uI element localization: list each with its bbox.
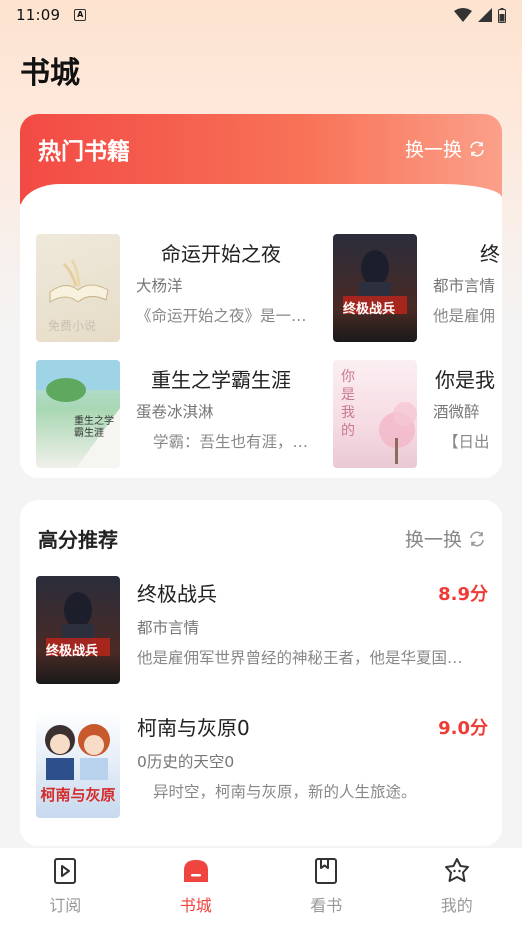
hot-book-item[interactable]: 你是我的 你是我 酒微醉 【日出 xyxy=(333,360,502,470)
book-cover: 你是我的 xyxy=(333,360,417,468)
hot-refresh-button[interactable]: 换一换 xyxy=(405,135,486,162)
header-curve-decoration xyxy=(20,184,502,224)
bottom-navigation: 订阅 书城 看书 我的 xyxy=(0,848,522,928)
recommended-card: 高分推荐 换一换 终极战兵 终极战兵 8.9分 都市言情 他是雇佣军世界曾经的神… xyxy=(20,500,502,846)
wifi-icon xyxy=(454,8,472,22)
recommended-title: 高分推荐 xyxy=(38,528,118,552)
nav-label: 订阅 xyxy=(49,896,82,915)
rec-book-item[interactable]: 终极战兵 终极战兵 8.9分 都市言情 他是雇佣军世界曾经的神秘王者，他是华夏国… xyxy=(36,576,488,686)
book-description: 《命运开始之夜》是一… xyxy=(136,307,307,325)
book-author: 都市言情 xyxy=(137,619,200,637)
book-description: 他是雇佣军世界曾经的神秘王者，他是华夏国… xyxy=(137,649,463,667)
book-title: 柯南与灰原0 xyxy=(137,716,250,740)
nav-item-read[interactable]: 看书 xyxy=(261,848,392,928)
cover-text: 终极战兵 xyxy=(46,644,99,659)
book-author: 蛋卷冰淇淋 xyxy=(136,403,214,421)
book-cover: 免费小说 xyxy=(36,234,120,342)
book-description: 【日出 xyxy=(443,433,490,451)
nav-item-subscribe[interactable]: 订阅 xyxy=(0,848,131,928)
status-time: 11:09 xyxy=(16,6,61,24)
hot-book-item[interactable]: 免费小说 命运开始之夜 大杨洋 《命运开始之夜》是一… xyxy=(36,234,336,344)
book-title: 重生之学霸生涯 xyxy=(151,368,291,392)
nav-label: 看书 xyxy=(310,896,343,915)
book-score: 8.9分 xyxy=(438,584,488,605)
battery-icon xyxy=(498,7,506,23)
book-title: 命运开始之夜 xyxy=(161,242,281,266)
nav-label: 书城 xyxy=(179,896,212,915)
hot-books-title: 热门书籍 xyxy=(38,139,130,165)
cover-text: 柯南与灰原 xyxy=(40,786,116,804)
book-title: 终极战兵 xyxy=(137,582,217,606)
book-cover: 终极战兵 xyxy=(36,576,120,684)
hot-books-card: 热门书籍 换一换 免费小说 命运开始之夜 大杨洋 《命运开始之夜》是一… 终极战… xyxy=(20,114,502,478)
warrior-cover-art xyxy=(46,592,110,656)
rec-refresh-label: 换一换 xyxy=(404,529,462,551)
nav-item-bookstore[interactable]: 书城 xyxy=(131,848,262,928)
status-bar: 11:09 A xyxy=(0,0,522,30)
hot-book-item[interactable]: 终极战兵 终 都市言情 他是雇佣 xyxy=(333,234,502,344)
nav-item-profile[interactable]: 我的 xyxy=(392,848,522,928)
read-book-icon xyxy=(315,858,338,884)
refresh-icon xyxy=(470,141,484,156)
cover-text: 终极战兵 xyxy=(343,302,396,317)
hot-refresh-label: 换一换 xyxy=(404,139,462,161)
rec-refresh-button[interactable]: 换一换 xyxy=(405,525,486,552)
profile-icon xyxy=(444,858,469,882)
book-description: 学霸：吾生也有涯，… xyxy=(153,433,309,451)
signal-icon xyxy=(478,8,492,22)
cover-text: 免费小说 xyxy=(48,319,97,333)
notification-a-icon: A xyxy=(74,9,87,21)
book-cover: 终极战兵 xyxy=(333,234,417,342)
book-author: 0历史的天空0 xyxy=(137,753,235,771)
warrior-cover-art xyxy=(343,250,407,314)
book-title: 你是我 xyxy=(435,368,495,392)
status-icons xyxy=(454,7,506,23)
book-author: 都市言情 xyxy=(433,277,496,295)
nav-label: 我的 xyxy=(440,896,473,915)
book-score: 9.0分 xyxy=(438,718,488,739)
book-description: 他是雇佣 xyxy=(433,307,496,325)
book-cover: 重生之学霸生涯 xyxy=(36,360,120,468)
bookstore-icon xyxy=(183,860,208,882)
book-title: 终 xyxy=(480,242,500,266)
cover-text: 重生之学霸生涯 xyxy=(74,416,114,439)
campus-cover-art xyxy=(36,360,120,468)
subscribe-icon xyxy=(54,858,77,884)
rec-book-item[interactable]: 柯南与灰原 柯南与灰原0 9.0分 0历史的天空0 异时空，柯南与灰原，新的人生… xyxy=(36,710,488,820)
book-author: 酒微醉 xyxy=(433,403,480,421)
page-title: 书城 xyxy=(20,56,80,91)
book-cover: 柯南与灰原 xyxy=(36,710,120,818)
refresh-icon xyxy=(470,531,484,546)
hot-book-item[interactable]: 重生之学霸生涯 重生之学霸生涯 蛋卷冰淇淋 学霸：吾生也有涯，… xyxy=(36,360,336,470)
book-description: 异时空，柯南与灰原，新的人生旅途。 xyxy=(153,783,417,801)
book-author: 大杨洋 xyxy=(136,277,183,295)
cover-text: 你是我的 xyxy=(341,369,355,439)
